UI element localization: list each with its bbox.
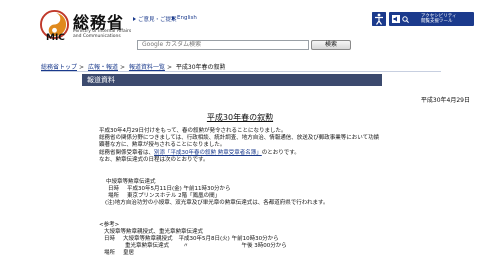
zoom-icon xyxy=(402,15,409,23)
reference-line: 日時 大綬章等勲章親授式 平成30年5月8日(火) 午前10時30分から xyxy=(104,236,279,242)
english-link[interactable]: English xyxy=(172,15,197,21)
logo-english-name: Ministry of Internal Affairs and Communi… xyxy=(73,29,132,39)
accessibility-badge-icon[interactable] xyxy=(372,12,386,26)
breadcrumb-current: 平成30年春の叙勲 xyxy=(175,64,226,71)
paragraph: 平成30年4月29日付けをもって、春の叙勲が発令されることになりました。 xyxy=(99,128,287,134)
search-button[interactable]: 検索 xyxy=(311,40,351,50)
paragraph: なお、勲章伝達式の日程は次のとおりです。 xyxy=(99,157,209,163)
ceremony-place-row: 場所 東京プリンスホテル 2階「鳳凰の間」 xyxy=(108,193,221,199)
breadcrumb-item[interactable]: 総務省トップ xyxy=(41,64,77,71)
paragraph: 顕著な方に、勲章が授与されることになりました。 xyxy=(99,142,226,148)
breadcrumb-item[interactable]: 報道資料一覧 xyxy=(129,64,165,71)
ceremony-date-row: 日時 平成30年5月11日(金) 午前11時30分から xyxy=(108,186,231,192)
accessibility-toolbar-button[interactable]: アクセシビリティ 閲覧支援ツール xyxy=(389,12,474,26)
divider xyxy=(41,71,441,72)
reference-line: 重光章勲章伝達式〃午後 3時00分から xyxy=(125,243,287,249)
ceremony-note: (注)地方自治功労の小綬章、双光章及び単光章の勲章伝達式は、各都道府県で行われま… xyxy=(105,200,329,206)
feedback-link[interactable]: ご意見・ご提案 xyxy=(133,15,177,23)
section-title-bar: 報道資料 xyxy=(82,74,382,86)
page-title: 平成30年春の叙勲 xyxy=(206,113,274,122)
reference-heading: <参考> xyxy=(99,222,120,228)
attachment-link[interactable]: 別添「平成30年春の叙勲 勲章受章者名簿」 xyxy=(154,150,262,156)
release-date: 平成30年4月29日 xyxy=(420,97,470,104)
paragraph-with-link: 総務省関係受章者は、別添「平成30年春の叙勲 勲章受章者名簿」のとおりです。 xyxy=(99,150,300,156)
search-input[interactable]: Google カスタム検索 xyxy=(137,40,309,50)
reference-line: 大綬章等勲章親授式、重光章勲章伝達式 xyxy=(104,229,204,235)
toolbar-label: アクセシビリティ 閲覧支援ツール xyxy=(421,14,457,24)
breadcrumb: 総務省トップ > 広報・報道 > 報道資料一覧 > 平成30年春の叙勲 xyxy=(41,64,226,71)
reference-line: 場所 皇居 xyxy=(104,250,135,256)
speaker-icon xyxy=(392,15,400,23)
arrow-icon xyxy=(172,16,175,20)
paragraph: 総務省の関係分野につきましては、行政相談、統計調査、地方自治、情報通信、放送及び… xyxy=(99,135,380,141)
arrow-icon xyxy=(133,17,136,21)
logo-abbr: MIC xyxy=(46,33,65,43)
ceremony-heading: 中綬章等勲章伝達式 xyxy=(106,179,156,185)
breadcrumb-item[interactable]: 広報・報道 xyxy=(88,64,118,71)
